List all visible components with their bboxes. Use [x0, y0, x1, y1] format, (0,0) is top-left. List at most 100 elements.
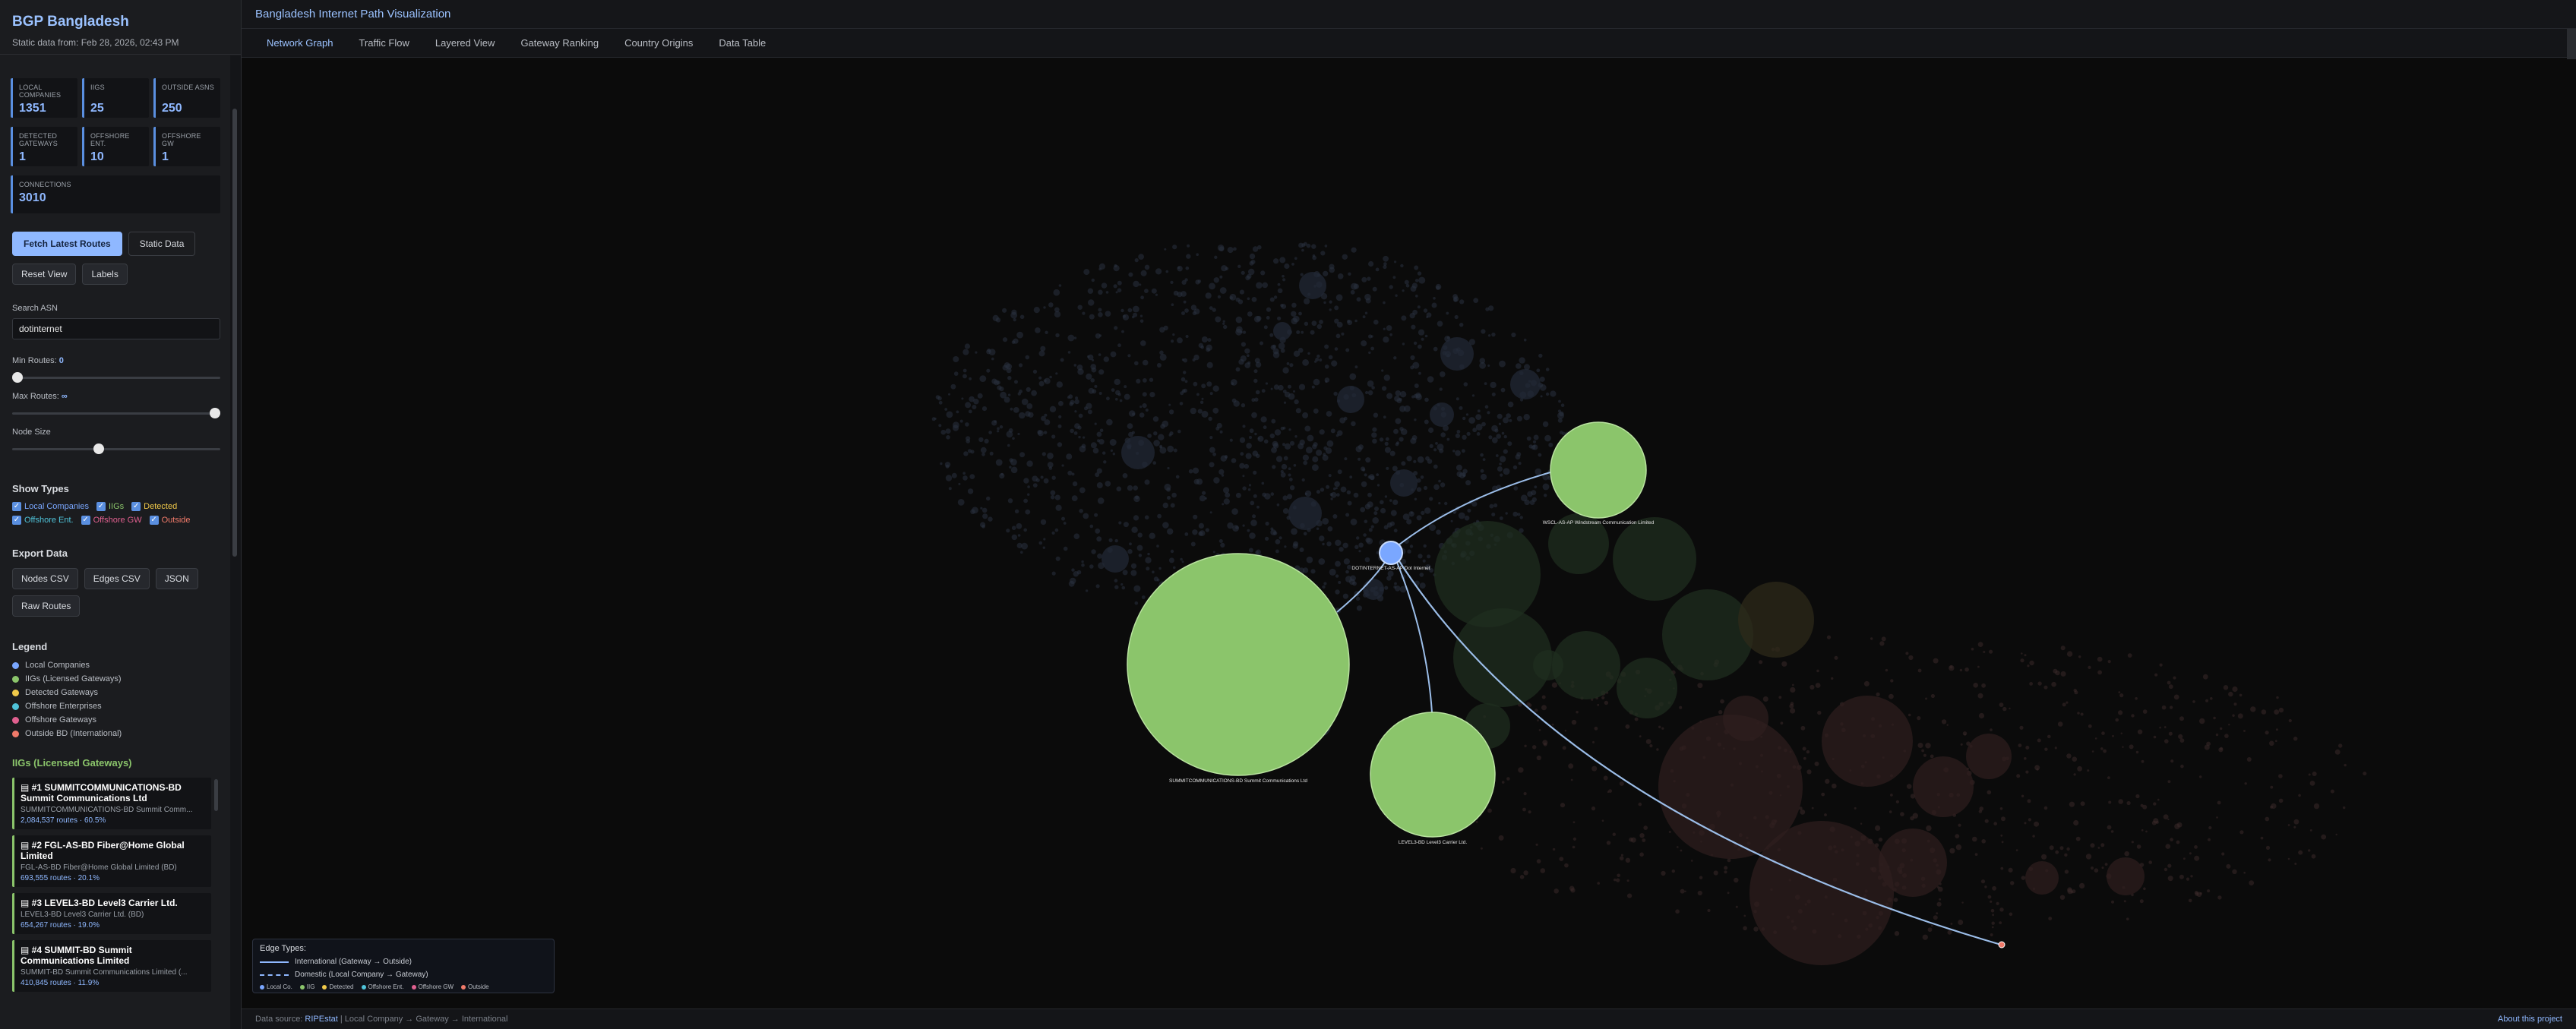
tab-country-origins[interactable]: Country Origins: [612, 30, 706, 56]
background-node: [1364, 293, 1371, 301]
background-node: [1323, 270, 1329, 276]
filter-label: Detected: [144, 502, 178, 511]
background-node: [1465, 413, 1469, 416]
background-node: [1273, 295, 1278, 299]
tab-network-graph[interactable]: Network Graph: [254, 30, 346, 56]
background-node: [1399, 391, 1407, 398]
background-node: [1319, 358, 1323, 361]
node-size-slider[interactable]: [12, 443, 220, 454]
iig-card[interactable]: ▤ #4 SUMMIT-BD Summit Communications Lim…: [12, 940, 211, 992]
background-node: [1040, 346, 1046, 352]
legend-dot-icon: [12, 702, 19, 710]
tab-data-table[interactable]: Data Table: [706, 30, 779, 56]
filter-outside[interactable]: ✓ Outside: [149, 516, 191, 525]
filter-offshore-gw[interactable]: ✓ Offshore GW: [81, 516, 142, 525]
background-node: [1383, 262, 1387, 266]
background-node: [1462, 416, 1466, 421]
export-nodes-csv-button[interactable]: Nodes CSV: [12, 568, 78, 589]
background-node: [1091, 358, 1095, 361]
network-graph-canvas[interactable]: SUMMITCOMMUNICATIONS-BD Summit Communica…: [242, 58, 2576, 1008]
background-node: [1335, 539, 1342, 546]
background-node: [1318, 558, 1326, 565]
background-node: [1405, 283, 1410, 288]
export-json-button[interactable]: JSON: [155, 568, 198, 589]
tab-gateway-ranking[interactable]: Gateway Ranking: [507, 30, 612, 56]
background-node: [1086, 402, 1092, 409]
about-link[interactable]: About this project: [2498, 1015, 2562, 1024]
iig-card-icon: ▤: [21, 782, 32, 793]
background-node: [948, 487, 952, 491]
checkbox-icon[interactable]: ✓: [131, 502, 141, 511]
checkbox-icon[interactable]: ✓: [12, 516, 21, 525]
main-scrollbar[interactable]: [2567, 29, 2576, 59]
ripestat-link[interactable]: RIPEstat: [305, 1015, 337, 1024]
type-dot-icon: [361, 984, 366, 990]
filter-local-companies[interactable]: ✓ Local Companies: [12, 502, 89, 511]
checkbox-icon[interactable]: ✓: [96, 502, 106, 511]
sidebar-scrollbar[interactable]: [230, 55, 241, 1029]
iig-list-scroll-thumb[interactable]: [214, 779, 218, 811]
export-raw-routes-button[interactable]: Raw Routes: [12, 595, 81, 617]
background-node: [1499, 456, 1506, 462]
background-node: [1418, 371, 1421, 375]
max-routes-knob[interactable]: [210, 408, 220, 418]
background-node: [2265, 845, 2271, 850]
background-node: [1936, 901, 1942, 907]
background-node: [1481, 329, 1486, 334]
tab-traffic-flow[interactable]: Traffic Flow: [346, 30, 422, 56]
background-node: [1713, 870, 1718, 876]
checkbox-icon[interactable]: ✓: [12, 502, 21, 511]
background-node: [1960, 743, 1963, 746]
filter-iigs[interactable]: ✓ IIGs: [96, 502, 124, 511]
filter-detected[interactable]: ✓ Detected: [131, 502, 177, 511]
iig-card[interactable]: ▤ #1 SUMMITCOMMUNICATIONS-BD Summit Comm…: [12, 778, 211, 829]
node-dotinternet[interactable]: [1379, 541, 1403, 565]
tab-layered-view[interactable]: Layered View: [422, 30, 508, 56]
node-outside[interactable]: [1998, 941, 2005, 949]
background-node: [1127, 549, 1133, 554]
min-routes-slider[interactable]: [12, 372, 220, 383]
background-node: [1270, 527, 1274, 531]
background-node: [1177, 266, 1181, 270]
stat-value: 1: [162, 150, 169, 163]
fetch-latest-routes-button[interactable]: Fetch Latest Routes: [12, 232, 122, 256]
iig-card[interactable]: ▤ #2 FGL-AS-BD Fiber@Home Global Limited…: [12, 835, 211, 887]
checkbox-icon[interactable]: ✓: [149, 516, 159, 525]
reset-view-button[interactable]: Reset View: [12, 264, 77, 285]
node-wscl[interactable]: [1550, 421, 1647, 519]
background-node: [1433, 464, 1438, 469]
background-node: [1095, 528, 1101, 534]
background-node: [1213, 277, 1220, 283]
background-node: [2112, 734, 2114, 737]
background-node: [1408, 511, 1414, 517]
background-node: [1356, 536, 1360, 540]
background-node: [1091, 278, 1095, 283]
export-edges-csv-button[interactable]: Edges CSV: [84, 568, 150, 589]
background-node: [1291, 311, 1297, 317]
background-node: [1117, 280, 1122, 286]
node-summitcommunications[interactable]: [1127, 553, 1350, 776]
background-node: [1421, 510, 1425, 516]
background-node: [2194, 855, 2200, 861]
static-data-button[interactable]: Static Data: [128, 232, 196, 256]
legend-dot-icon: [12, 675, 19, 683]
node-level3[interactable]: [1370, 712, 1496, 838]
background-node: [981, 507, 988, 513]
sidebar-scroll-thumb[interactable]: [232, 109, 237, 557]
checkbox-icon[interactable]: ✓: [81, 516, 90, 525]
filter-offshore-ent[interactable]: ✓ Offshore Ent.: [12, 516, 74, 525]
max-routes-slider[interactable]: [12, 408, 220, 418]
search-asn-input[interactable]: [12, 318, 220, 339]
background-node: [1241, 342, 1246, 347]
min-routes-knob[interactable]: [12, 372, 23, 383]
background-node: [1906, 784, 1912, 789]
background-node: [1218, 539, 1223, 543]
node-size-knob[interactable]: [93, 443, 104, 454]
background-node: [1568, 763, 1574, 769]
background-node: [1025, 509, 1031, 515]
background-node: [1505, 512, 1508, 515]
background-node: [1625, 724, 1630, 729]
background-node: [2334, 749, 2341, 755]
iig-card[interactable]: ▤ #3 LEVEL3-BD Level3 Carrier Ltd. LEVEL…: [12, 893, 211, 934]
labels-toggle-button[interactable]: Labels: [82, 264, 128, 285]
